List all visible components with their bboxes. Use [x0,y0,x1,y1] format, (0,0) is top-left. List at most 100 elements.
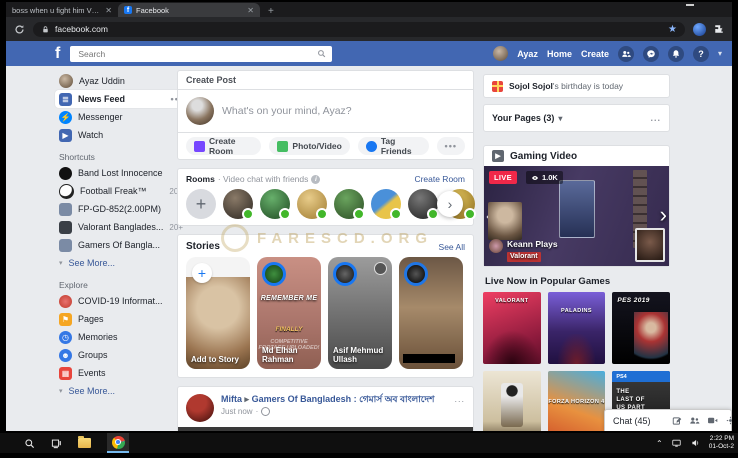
chrome-taskbar-button[interactable] [107,433,129,453]
sidebar-item-news-feed[interactable]: ≣ News Feed ••• [55,90,187,108]
sidebar-item-watch[interactable]: ▶ Watch [55,126,187,144]
gaming-video-icon: ▶ [492,150,504,162]
add-story-plus-icon[interactable]: + [192,263,212,283]
friend-avatar[interactable] [297,189,327,219]
extensions-puzzle-icon[interactable] [714,24,724,34]
post-group-link[interactable]: Gamers Of Bangladesh : গেমার্স অব বাংলাদ… [252,394,435,404]
create-post-title: Create Post [178,71,473,90]
tab-facebook[interactable]: f Facebook ✕ [118,3,260,17]
add-to-story-card[interactable]: + Add to Story [186,257,250,369]
streamer-name[interactable]: Keann Plays [507,239,558,249]
facebook-logo[interactable]: f [55,46,60,62]
pages-caret-icon[interactable]: ▾ [558,114,562,123]
pages-options-icon[interactable]: ... [650,113,661,123]
taskbar-search-icon[interactable] [24,438,35,449]
taskbar-clock[interactable]: 2:22 PM 01-Oct-2 [709,435,734,451]
chat-label[interactable]: Chat (45) [613,416,665,426]
profile-avatar[interactable] [493,46,508,61]
bookmark-star-icon[interactable]: ★ [668,24,677,35]
sidebar-item-shortcut[interactable]: Band Lost Innocence [55,164,187,182]
sidebar-item-messenger[interactable]: ⚡ Messenger [55,108,187,126]
game-tile[interactable]: FORZA HORIZON 4 [548,371,606,431]
game-tile[interactable]: PES 2019 [612,292,670,364]
sidebar-item-explore[interactable]: ▦ Events [55,364,187,382]
your-pages-card[interactable]: Your Pages (3) ▾ ... [483,104,670,132]
explore-see-more[interactable]: ▾ See More... [55,382,187,400]
reload-icon[interactable] [14,24,25,35]
sidebar-item-explore[interactable]: ◷ Memories [55,328,187,346]
next-video-thumbnail[interactable] [635,228,665,262]
home-link[interactable]: Home [547,49,572,59]
friend-requests-icon[interactable] [618,46,634,62]
info-icon[interactable]: i [311,175,320,184]
file-explorer-icon[interactable] [78,438,91,448]
search-bar[interactable] [70,46,332,62]
add-room-button[interactable]: + [186,189,216,219]
new-message-icon[interactable] [672,416,682,426]
friend-avatar[interactable] [260,189,290,219]
rooms-next-chevron-icon[interactable]: › [437,191,463,217]
search-input[interactable] [76,48,313,60]
video-chat-icon[interactable] [707,415,718,426]
user-avatar[interactable] [186,97,214,125]
post-prompt-input[interactable]: What's on your mind, Ayaz? [222,105,352,117]
sidebar-item-shortcut[interactable]: Gamers Of Bangla... 9 [55,236,187,254]
friend-avatar[interactable] [408,189,438,219]
game-tile[interactable]: VALORANT [483,292,541,364]
story-card[interactable] [399,257,463,369]
online-dot [464,208,476,220]
friend-avatar[interactable] [334,189,364,219]
notifications-bell-icon[interactable] [668,46,684,62]
friend-avatar[interactable] [371,189,401,219]
birthday-card[interactable]: Sojol Sojol's birthday is today [483,74,670,98]
sidebar-item-explore[interactable]: ⚑ Pages [55,310,187,328]
new-tab-button[interactable]: + [268,6,274,17]
sidebar-item-explore[interactable]: ☻ Groups 4 [55,346,187,364]
post-author-link[interactable]: Mifta [221,394,242,404]
task-view-icon[interactable] [51,438,62,449]
volume-icon[interactable] [690,438,701,448]
create-room-link[interactable]: Create Room [414,174,465,184]
post-options-icon[interactable]: ... [454,394,465,422]
account-menu-caret-icon[interactable]: ▾ [718,49,722,58]
messenger-icon[interactable] [643,46,659,62]
game-tile[interactable]: PUBG [483,371,541,431]
photo-video-button[interactable]: Photo/Video [269,137,349,155]
contacts-icon[interactable] [689,415,700,426]
story-card[interactable]: REMEMBER ME FINALLY COMPETITIVE FOOTAGE … [257,257,321,369]
browser-profile-avatar[interactable] [693,23,706,36]
stories-see-all-link[interactable]: See All [439,242,465,252]
post-author-avatar[interactable] [186,394,214,422]
sidebar-item-shortcut[interactable]: Valorant Banglades... 20+ [55,218,187,236]
sidebar-item-shortcut[interactable]: Football Freak™ 20+ [55,182,187,200]
tray-show-hidden-icon[interactable]: ⌃ [656,439,663,448]
create-room-button[interactable]: Create Room [186,137,261,155]
tab-other[interactable]: boss when u fight him VS th ✕ [6,3,118,17]
live-video-player[interactable]: LIVE 1.0K ‹ › Keann Plays Valorant [484,166,669,266]
birthday-name-link[interactable]: Sojol Sojol [509,81,553,91]
search-icon[interactable] [317,49,326,58]
tag-friends-button[interactable]: Tag Friends [358,137,429,155]
create-link[interactable]: Create [581,49,609,59]
help-icon[interactable]: ? [693,46,709,62]
carousel-next-chevron-icon[interactable]: › [660,202,667,228]
window-minimize-button[interactable] [686,4,694,6]
chat-bar[interactable]: Chat (45) [604,409,732,431]
network-icon[interactable] [671,438,682,448]
sidebar-item-shortcut[interactable]: FP-GD-852(2.00PM) [55,200,187,218]
tab-close-icon[interactable]: ✕ [105,6,112,15]
more-options-button[interactable]: ••• [437,137,465,155]
online-dot [353,208,365,220]
story-card[interactable]: Asif Mehmud Ullash [328,257,392,369]
chat-settings-icon[interactable] [725,415,732,426]
sidebar-item-explore[interactable]: COVID-19 Informat... [55,292,187,310]
post-timestamp[interactable]: Just now [221,407,253,416]
tab-close-icon[interactable]: ✕ [247,6,254,15]
shortcuts-see-more[interactable]: ▾ See More... [55,254,187,272]
address-bar[interactable]: facebook.com ★ [33,22,685,37]
profile-name-link[interactable]: Ayaz [517,49,538,59]
friend-avatar[interactable] [223,189,253,219]
game-tile[interactable]: PALADINS [548,292,606,364]
gaming-video-title: Gaming Video [510,151,577,162]
sidebar-item-profile[interactable]: Ayaz Uddin [55,72,187,90]
